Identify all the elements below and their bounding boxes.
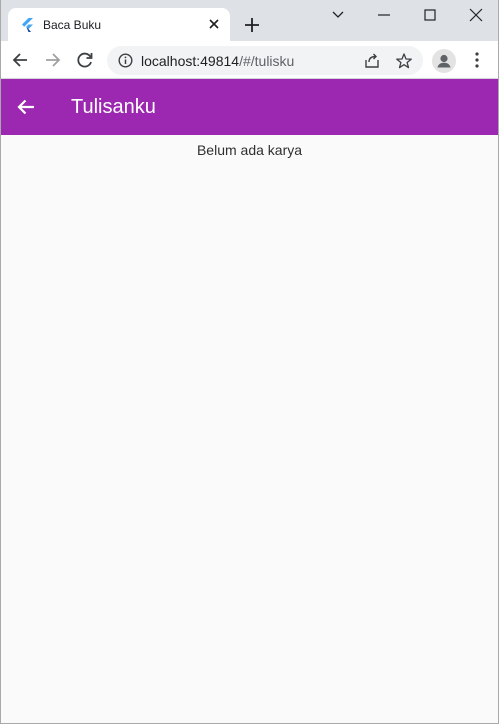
- close-tab-icon[interactable]: [206, 16, 222, 32]
- browser-tab[interactable]: Baca Buku: [8, 8, 230, 41]
- back-arrow-icon[interactable]: [14, 95, 38, 119]
- maximize-icon[interactable]: [421, 6, 439, 24]
- tab-search-icon[interactable]: [329, 6, 347, 24]
- page-title: Tulisanku: [71, 96, 156, 118]
- address-bar[interactable]: localhost:49814/#/tulisku: [107, 46, 423, 75]
- url-host: localhost:49814: [141, 53, 240, 69]
- reload-icon[interactable]: [75, 50, 95, 70]
- share-icon[interactable]: [363, 52, 381, 70]
- minimize-icon[interactable]: [375, 6, 393, 24]
- browser-window: Baca Buku localhost:49814/#/tulisku Tuli…: [0, 0, 499, 724]
- url-path: /#/tulisku: [239, 53, 295, 69]
- flutter-logo-icon: [22, 18, 33, 32]
- tab-strip: Baca Buku: [1, 0, 498, 41]
- url-text[interactable]: localhost:49814/#/tulisku: [141, 53, 294, 69]
- page-content: Belum ada karya: [1, 135, 498, 723]
- app-bar: Tulisanku: [1, 79, 498, 135]
- browser-toolbar: localhost:49814/#/tulisku: [1, 41, 498, 79]
- close-window-icon[interactable]: [467, 6, 485, 24]
- more-menu-icon[interactable]: [469, 50, 485, 70]
- site-info-icon[interactable]: [118, 53, 133, 68]
- new-tab-icon[interactable]: [243, 16, 261, 34]
- forward-icon[interactable]: [43, 50, 63, 70]
- profile-avatar[interactable]: [432, 49, 456, 73]
- tab-title: Baca Buku: [43, 18, 102, 32]
- bookmark-star-icon[interactable]: [395, 52, 413, 70]
- person-icon: [437, 54, 451, 68]
- empty-state-message: Belum ada karya: [196, 142, 303, 158]
- back-icon[interactable]: [10, 50, 30, 70]
